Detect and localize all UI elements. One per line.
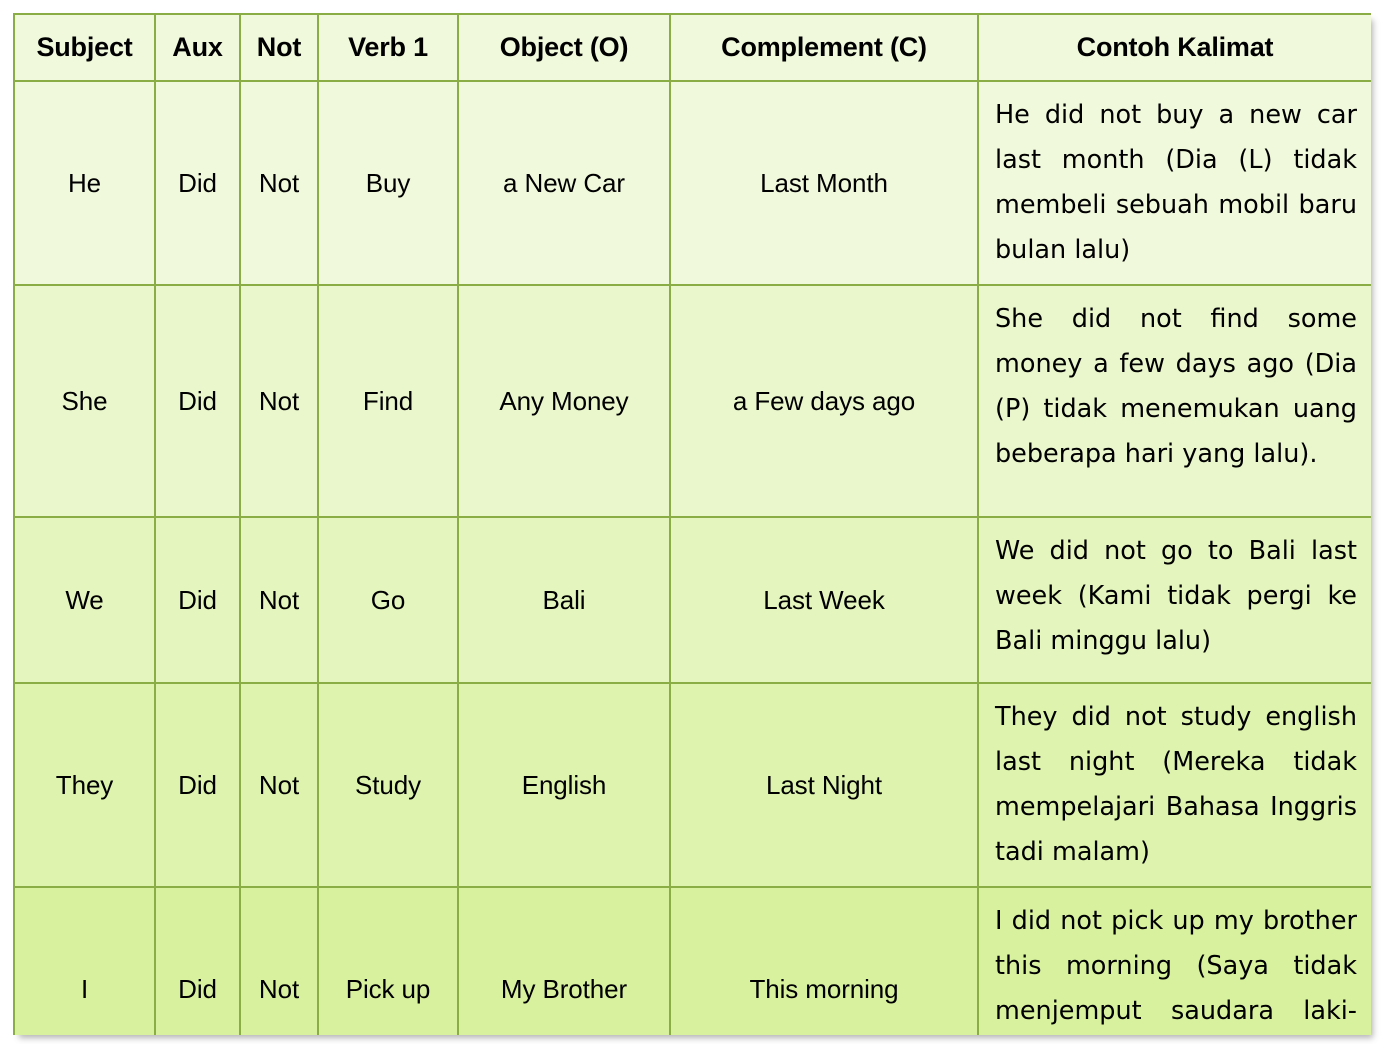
column-header-subject: Subject <box>13 13 156 82</box>
cell-complement: This morning <box>669 886 979 1035</box>
cell-complement: Last Night <box>669 682 979 888</box>
table-body: He Did Not Buy a New Car Last Month He d… <box>13 80 1371 1035</box>
cell-verb1: Go <box>317 516 459 684</box>
cell-contoh: We did not go to Bali last week (Kami ti… <box>977 516 1371 684</box>
table-header: Subject Aux Not Verb 1 Object (O) Comple… <box>13 13 1371 82</box>
table-row: They Did Not Study English Last Night Th… <box>13 682 1371 888</box>
cell-complement: Last Month <box>669 80 979 286</box>
cell-verb1: Find <box>317 284 459 518</box>
cell-subject: He <box>13 80 156 286</box>
cell-aux: Did <box>154 284 241 518</box>
cell-not: Not <box>239 682 319 888</box>
cell-contoh: I did not pick up my brother this mornin… <box>977 886 1371 1035</box>
cell-aux: Did <box>154 80 241 286</box>
cell-contoh: He did not buy a new car last month (Dia… <box>977 80 1371 286</box>
column-header-verb1: Verb 1 <box>317 13 459 82</box>
cell-not: Not <box>239 516 319 684</box>
cell-complement: a Few days ago <box>669 284 979 518</box>
column-header-object: Object (O) <box>457 13 671 82</box>
cell-object: Bali <box>457 516 671 684</box>
cell-object: My Brother <box>457 886 671 1035</box>
cell-contoh: They did not study english last night (M… <box>977 682 1371 888</box>
cell-verb1: Study <box>317 682 459 888</box>
table-row: I Did Not Pick up My Brother This mornin… <box>13 886 1371 1035</box>
table-row: She Did Not Find Any Money a Few days ag… <box>13 284 1371 518</box>
negative-past-tense-table: Subject Aux Not Verb 1 Object (O) Comple… <box>13 13 1371 1035</box>
cell-not: Not <box>239 284 319 518</box>
cell-not: Not <box>239 80 319 286</box>
grammar-table-container: Subject Aux Not Verb 1 Object (O) Comple… <box>13 13 1371 1035</box>
column-header-complement: Complement (C) <box>669 13 979 82</box>
column-header-aux: Aux <box>154 13 241 82</box>
column-header-not: Not <box>239 13 319 82</box>
column-header-contoh: Contoh Kalimat <box>977 13 1371 82</box>
cell-aux: Did <box>154 682 241 888</box>
cell-object: English <box>457 682 671 888</box>
cell-aux: Did <box>154 516 241 684</box>
cell-object: Any Money <box>457 284 671 518</box>
cell-verb1: Pick up <box>317 886 459 1035</box>
cell-subject: She <box>13 284 156 518</box>
header-row: Subject Aux Not Verb 1 Object (O) Comple… <box>13 13 1371 82</box>
cell-subject: We <box>13 516 156 684</box>
cell-object: a New Car <box>457 80 671 286</box>
cell-complement: Last Week <box>669 516 979 684</box>
cell-aux: Did <box>154 886 241 1035</box>
page-canvas: Subject Aux Not Verb 1 Object (O) Comple… <box>0 0 1386 1044</box>
cell-contoh: She did not find some money a few days a… <box>977 284 1371 518</box>
cell-verb1: Buy <box>317 80 459 286</box>
table-row: We Did Not Go Bali Last Week We did not … <box>13 516 1371 684</box>
table-row: He Did Not Buy a New Car Last Month He d… <box>13 80 1371 286</box>
cell-subject: They <box>13 682 156 888</box>
cell-not: Not <box>239 886 319 1035</box>
cell-subject: I <box>13 886 156 1035</box>
